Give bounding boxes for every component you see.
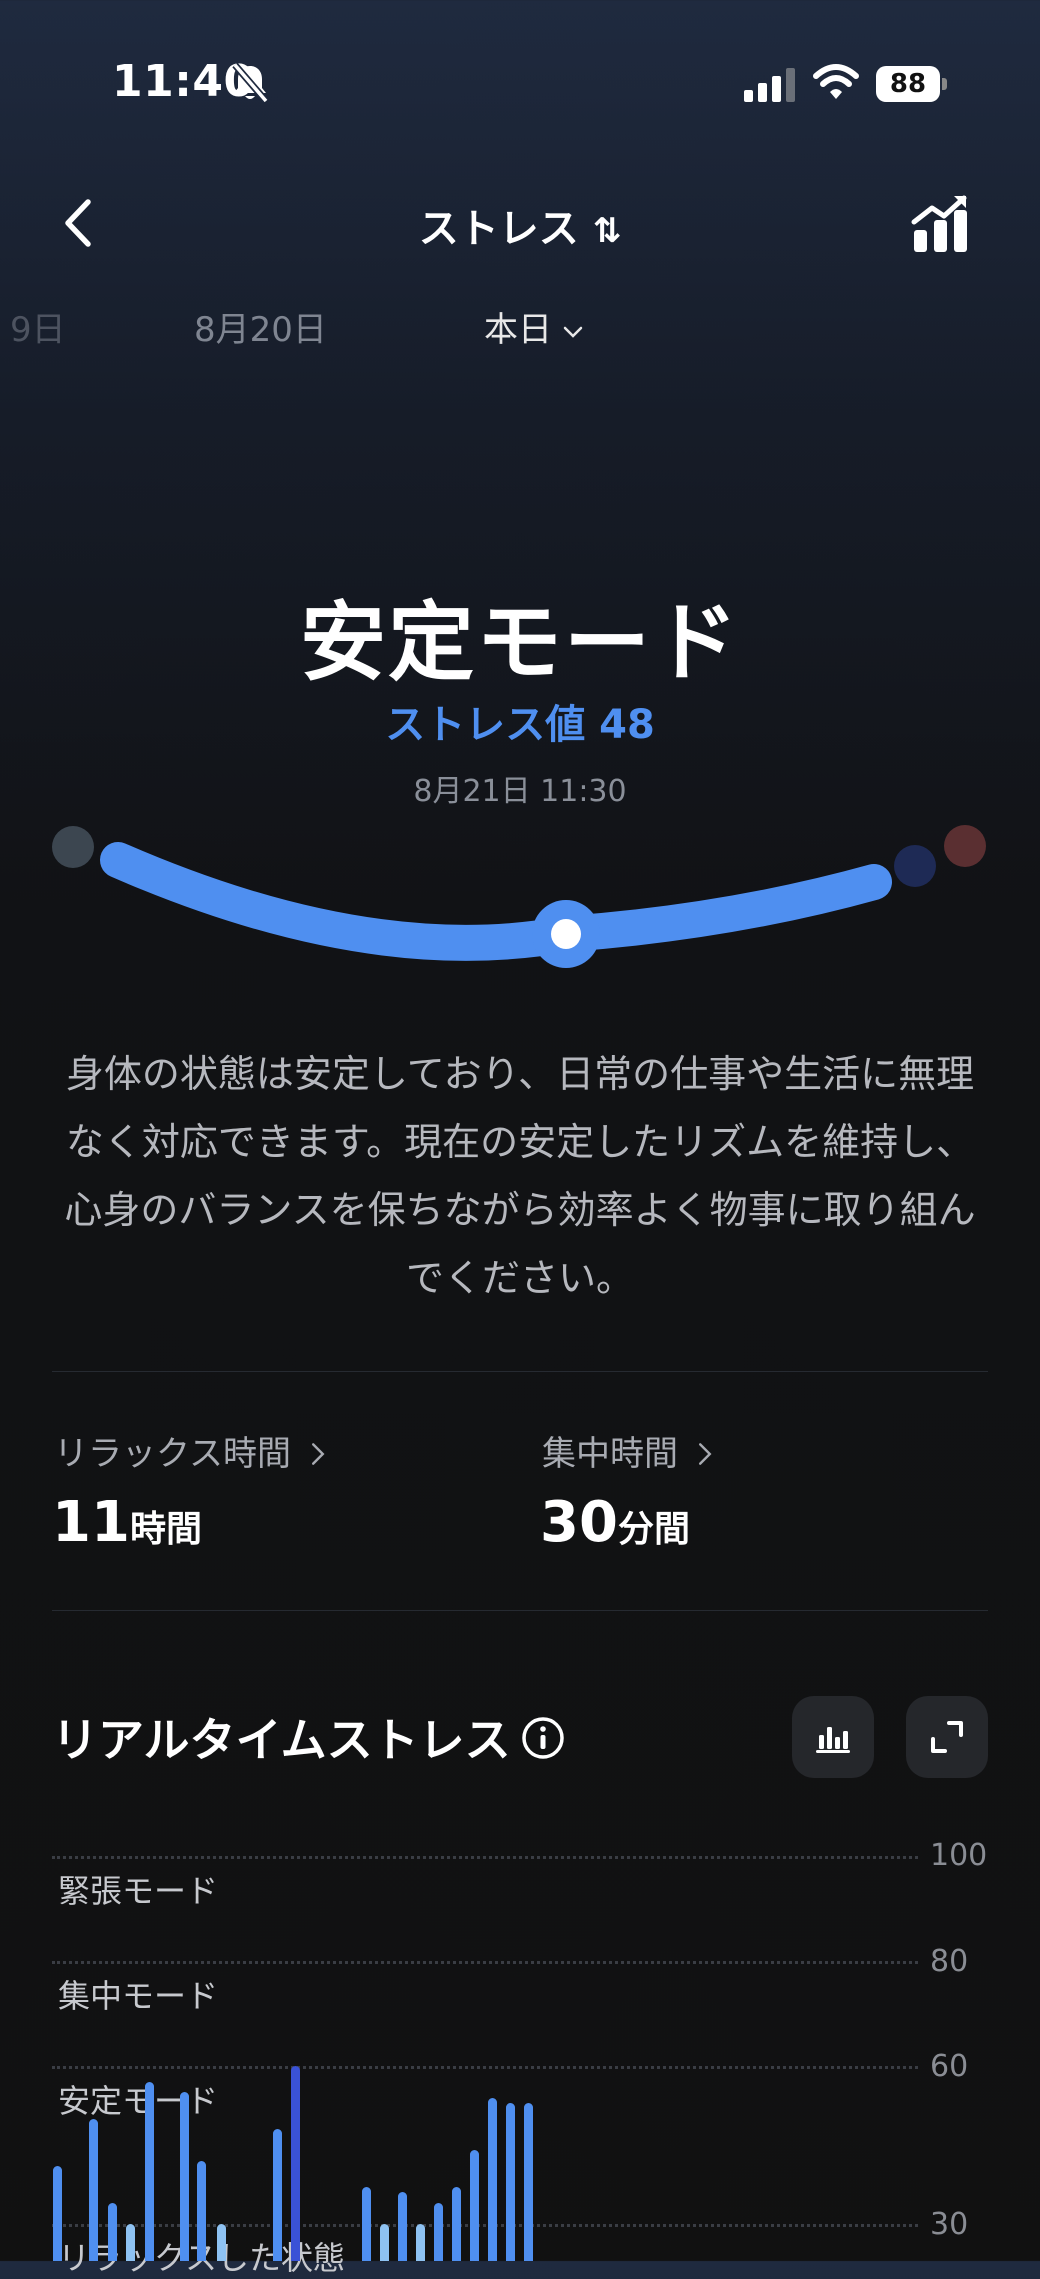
- stress-bar: [291, 2066, 300, 2261]
- zone-label-focus: 集中モード: [58, 1977, 219, 2015]
- battery-level: 88: [876, 66, 940, 102]
- trend-chart-icon[interactable]: [910, 192, 972, 254]
- relax-time-number: 11: [52, 1490, 130, 1555]
- focus-time-value: 30分間: [540, 1490, 690, 1555]
- chevron-down-icon: [563, 326, 583, 338]
- realtime-stress-title: リアルタイムストレス: [52, 1704, 565, 1770]
- gridline-60: [52, 2066, 918, 2069]
- expand-button[interactable]: [906, 1696, 988, 1778]
- gauge-arc: [100, 842, 892, 961]
- divider: [52, 1371, 988, 1372]
- gridline-100: [52, 1856, 918, 1859]
- focus-time-number: 30: [540, 1490, 618, 1555]
- stress-bar: [108, 2202, 117, 2261]
- date-tab-prev1[interactable]: 8月20日: [194, 302, 327, 351]
- stress-bar: [488, 2097, 497, 2261]
- stress-bar: [197, 2160, 206, 2261]
- zone-label-tense: 緊張モード: [58, 1872, 219, 1910]
- battery-icon: 88: [876, 66, 948, 102]
- focus-time-link[interactable]: 集中時間: [542, 1426, 713, 1475]
- y-tick-60: 60: [930, 2049, 969, 2084]
- date-tab-today-label: 本日: [484, 310, 552, 350]
- info-icon[interactable]: [521, 1716, 565, 1760]
- stress-bar: [145, 2081, 154, 2261]
- stress-bar: [380, 2224, 389, 2261]
- bar-chart-icon: [816, 1727, 850, 1753]
- stress-bar: [398, 2192, 407, 2261]
- relax-time-label: リラックス時間: [54, 1434, 291, 1474]
- relax-time-value: 11時間: [52, 1490, 202, 1555]
- chart-type-button[interactable]: [792, 1696, 874, 1778]
- gauge-dot-focus: [894, 845, 936, 887]
- stress-bar: [470, 2150, 479, 2261]
- focus-time-unit: 分間: [617, 1509, 690, 1550]
- realtime-stress-title-text: リアルタイムストレス: [52, 1713, 511, 1767]
- y-tick-30: 30: [930, 2207, 969, 2242]
- stress-description: 身体の状態は安定しており、日常の仕事や生活に無理なく対応できます。現在の安定した…: [64, 1052, 976, 1300]
- expand-icon: [931, 1721, 963, 1753]
- divider: [52, 1610, 988, 1611]
- stress-timestamp: 8月21日 11:30: [413, 774, 627, 809]
- sort-arrows-icon: ⇅: [592, 211, 622, 251]
- page-title[interactable]: ストレス ⇅: [0, 196, 1040, 254]
- stress-gauge: [52, 825, 986, 968]
- stress-bar: [524, 2102, 533, 2261]
- zone-label-stable: 安定モード: [58, 2082, 219, 2120]
- stress-bar: [362, 2187, 371, 2261]
- gridline-80: [52, 1961, 918, 1964]
- stress-bar: [434, 2202, 443, 2261]
- date-tab-today[interactable]: 本日: [484, 302, 584, 351]
- stress-bar: [180, 2092, 189, 2261]
- page-title-text: ストレス: [418, 206, 579, 252]
- gauge-dot-relax: [52, 826, 94, 868]
- bell-slash-icon: [232, 62, 269, 104]
- chevron-right-icon: [698, 1443, 712, 1465]
- stress-bar: [89, 2118, 98, 2261]
- stress-bar: [452, 2187, 461, 2261]
- chevron-right-icon: [311, 1443, 325, 1465]
- stress-bar: [53, 2166, 62, 2261]
- stress-value: ストレス値 48: [385, 702, 655, 748]
- wifi-icon: [813, 64, 859, 99]
- gauge-dot-tense: [944, 825, 986, 867]
- stress-bar: [217, 2224, 226, 2261]
- stress-bar: [506, 2102, 515, 2261]
- signal-icon: [744, 68, 795, 102]
- stress-bar: [273, 2129, 282, 2261]
- date-tab-prev2[interactable]: 9日: [10, 302, 66, 351]
- relax-time-link[interactable]: リラックス時間: [54, 1426, 326, 1475]
- gauge-knob: [551, 919, 581, 949]
- stress-bar: [126, 2224, 135, 2261]
- y-tick-80: 80: [930, 1944, 969, 1979]
- focus-time-label: 集中時間: [542, 1434, 678, 1474]
- y-tick-100: 100: [930, 1838, 988, 1873]
- stress-mode-title: 安定モード: [300, 593, 740, 693]
- relax-time-unit: 時間: [129, 1509, 202, 1550]
- stress-bar: [416, 2224, 425, 2261]
